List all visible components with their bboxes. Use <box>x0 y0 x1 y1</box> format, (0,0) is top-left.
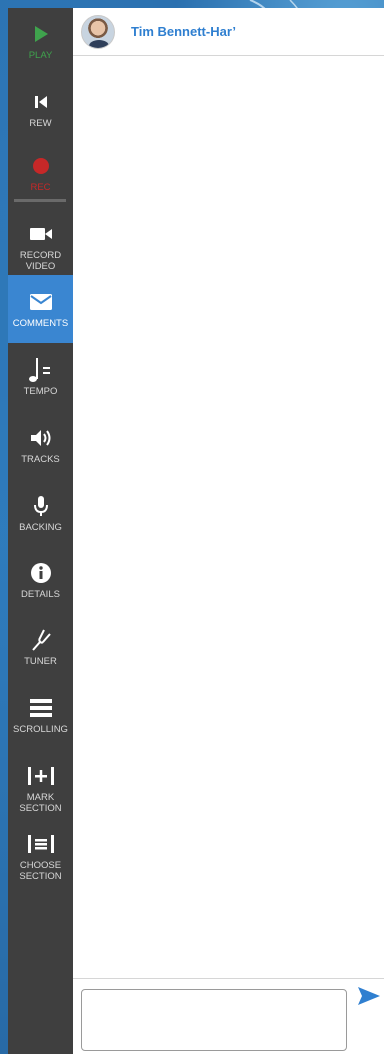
sidebar-item-play[interactable]: PLAY <box>8 22 73 68</box>
user-name: Tim Bennett-Har’ <box>131 24 236 39</box>
sidebar-item-comments[interactable]: COMMENTS <box>8 275 73 343</box>
sidebar-item-label: REW <box>29 118 52 129</box>
microphone-icon <box>33 494 49 518</box>
sidebar-divider <box>14 199 66 202</box>
sidebar-item-backing[interactable]: BACKING <box>8 494 73 538</box>
sidebar-item-tracks[interactable]: TRACKS <box>8 426 73 470</box>
record-icon <box>32 154 50 178</box>
comments-list <box>73 57 384 978</box>
envelope-icon <box>29 290 53 314</box>
sidebar-item-label: TRACKS <box>21 454 60 465</box>
tempo-note-icon <box>28 358 54 382</box>
sidebar-item-scrolling[interactable]: SCROLLING <box>8 696 73 740</box>
sidebar-item-label: RECORD VIDEO <box>19 250 62 272</box>
send-icon <box>357 986 381 1011</box>
sidebar-item-label: TEMPO <box>23 386 58 397</box>
sidebar-item-mark-section[interactable]: MARK SECTION <box>8 764 73 820</box>
tuning-fork-icon <box>30 628 52 652</box>
comment-input[interactable] <box>81 989 347 1051</box>
sidebar-item-rew[interactable]: REW <box>8 90 73 136</box>
sidebar-item-tuner[interactable]: TUNER <box>8 628 73 674</box>
avatar <box>81 14 115 49</box>
comments-header: Tim Bennett-Har’ <box>73 8 384 56</box>
sidebar-item-rec[interactable]: REC <box>8 154 73 194</box>
sidebar-item-label: SCROLLING <box>13 724 68 735</box>
video-camera-icon <box>29 222 53 246</box>
sidebar: PLAY REW REC RECORD VIDEO COMMENTS TEMPO <box>8 8 73 1054</box>
sidebar-item-label: PLAY <box>28 50 53 61</box>
comment-composer <box>73 978 384 1054</box>
sidebar-item-record-video[interactable]: RECORD VIDEO <box>8 222 73 276</box>
comments-panel: Tim Bennett-Har’ <box>73 8 384 1054</box>
play-icon <box>33 22 49 46</box>
send-button[interactable] <box>356 985 382 1011</box>
mark-section-icon <box>26 764 56 788</box>
sidebar-item-label: CHOOSE SECTION <box>19 860 62 882</box>
sidebar-item-label: COMMENTS <box>12 317 69 329</box>
sidebar-item-label: REC <box>30 182 51 193</box>
choose-section-icon <box>26 832 56 856</box>
rewind-icon <box>33 90 49 114</box>
speaker-icon <box>30 426 52 450</box>
sidebar-item-label: DETAILS <box>21 589 60 600</box>
sidebar-item-label: BACKING <box>19 522 62 533</box>
info-icon <box>30 561 52 585</box>
scrolling-icon <box>29 696 53 720</box>
sidebar-item-label: MARK SECTION <box>19 792 62 814</box>
sidebar-item-details[interactable]: DETAILS <box>8 561 73 605</box>
sidebar-item-tempo[interactable]: TEMPO <box>8 358 73 402</box>
sidebar-item-choose-section[interactable]: CHOOSE SECTION <box>8 832 73 890</box>
sidebar-item-label: TUNER <box>24 656 57 667</box>
